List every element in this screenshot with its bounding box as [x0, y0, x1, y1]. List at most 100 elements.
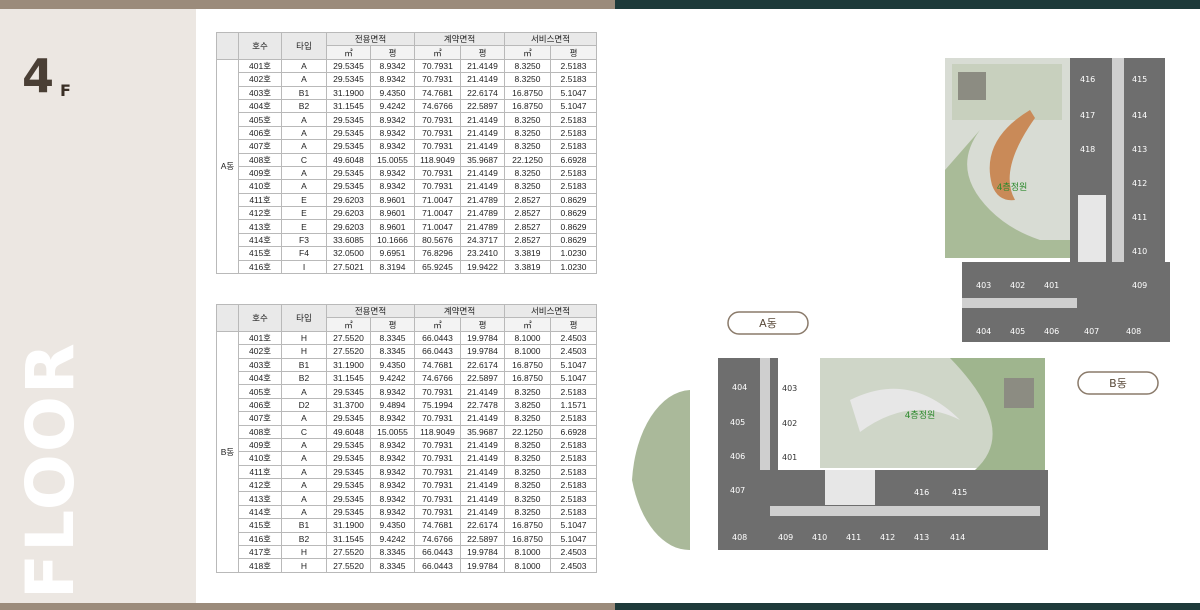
sqm-header: ㎡: [326, 317, 371, 332]
table-cell: 408호: [238, 424, 282, 439]
table-cell: 1.0230: [549, 246, 598, 261]
b-unit-label: 411: [1132, 213, 1147, 222]
table-cell: 74.6766: [414, 531, 461, 547]
table-cell: 2.8527: [504, 206, 551, 221]
top-accent-bar: [0, 0, 615, 9]
table-cell: 31.1545: [326, 370, 371, 386]
table-cell: 416호: [238, 531, 282, 547]
table-cell: 70.7931: [414, 58, 461, 74]
bottom-accent-bar-dark: [615, 603, 1200, 610]
b-unit-label: 402: [1010, 281, 1025, 290]
table-cell: 66.0443: [414, 330, 461, 346]
building-a-label: A동: [759, 317, 777, 330]
table-cell: 407호: [238, 139, 282, 154]
table-cell: 70.7931: [414, 437, 461, 453]
a-unit-label: 413: [914, 533, 929, 542]
table-cell: 27.5520: [326, 330, 371, 346]
top-accent-bar-dark: [615, 0, 1200, 9]
table-cell: 2.5183: [549, 165, 598, 181]
table-cell: 8.9601: [370, 219, 415, 234]
bottom-accent-bar: [0, 603, 615, 610]
table-cell: 8.9342: [370, 411, 415, 426]
pyeong-header: 평: [460, 45, 505, 60]
table-cell: 409호: [238, 165, 282, 181]
table-cell: 29.5345: [326, 384, 371, 399]
table-cell: 8.3250: [504, 139, 551, 154]
lawn-area-shade: [632, 390, 690, 551]
service-area-header: 서비스면적: [503, 303, 598, 319]
a-unit-label: 401: [782, 453, 797, 462]
table-cell: 2.4503: [549, 344, 598, 359]
sqm-header: ㎡: [414, 45, 461, 60]
table-cell: 31.1900: [326, 85, 371, 100]
table-cell: 66.0443: [414, 344, 461, 359]
table-cell: 2.5183: [549, 125, 598, 141]
table-cell: 29.6203: [326, 206, 371, 221]
table-cell: 29.6203: [326, 219, 371, 234]
table-cell: 22.5897: [460, 531, 505, 547]
table-cell: 29.5345: [326, 504, 371, 520]
table-cell: 406호: [238, 397, 282, 413]
table-cell: 8.3345: [370, 558, 415, 573]
table-cell: 21.4149: [460, 411, 505, 426]
table-row: 414호 A 29.5345 8.9342 70.7931 21.4149 8.3250 2.…: [217, 504, 598, 520]
table-cell: E: [281, 192, 327, 208]
b-unit-label: 418: [1080, 145, 1095, 154]
table-cell: 0.8629: [549, 232, 598, 248]
type-col-header: 타입: [281, 304, 327, 332]
table-cell: 22.5897: [460, 370, 505, 386]
table-row: 402호 A 29.5345 8.9342 70.7931 21.4149 8.3250 2.…: [217, 72, 598, 87]
table-cell: 32.0500: [326, 246, 371, 261]
table-cell: 21.4149: [460, 451, 505, 466]
type-col-header: 타입: [281, 32, 327, 60]
table-row: 409호 A 29.5345 8.9342 70.7931 21.4149 8.3250 2.…: [217, 165, 598, 181]
table-row: 415호 F4 32.0500 9.6951 76.8296 23.2410 3.3819 1…: [217, 246, 598, 261]
table-row: 402호 H 27.5520 8.3345 66.0443 19.9784 8.1000 2.…: [217, 344, 598, 359]
table-cell: 66.0443: [414, 558, 461, 573]
table-cell: 29.5345: [326, 165, 371, 181]
table-cell: 8.1000: [504, 344, 551, 359]
table-cell: 401호: [238, 330, 282, 346]
table-cell: 415호: [238, 246, 282, 261]
b-unit-label: 401: [1044, 281, 1059, 290]
table-cell: 411호: [238, 192, 282, 208]
a-unit-label: 415: [952, 488, 967, 497]
table-cell: 29.5345: [326, 437, 371, 453]
table-cell: 3.3819: [504, 259, 551, 275]
table-cell: 27.5520: [326, 558, 371, 573]
table-cell: 8.3250: [504, 437, 551, 453]
b-unit-label: 414: [1132, 111, 1147, 120]
table-row: 412호 A 29.5345 8.9342 70.7931 21.4149 8.3250 2.…: [217, 478, 598, 493]
table-row: 405호 A 29.5345 8.9342 70.7931 21.4149 8.3250 2.…: [217, 384, 598, 399]
a-unit-label: 414: [950, 533, 965, 542]
table-cell: 2.8527: [504, 219, 551, 234]
table-cell: 16.8750: [504, 370, 551, 386]
table-cell: 21.4149: [460, 437, 505, 453]
table-cell: 5.1047: [549, 85, 598, 100]
table-cell: 0.8629: [549, 192, 598, 208]
table-cell: B1: [281, 357, 327, 372]
table-cell: 8.3250: [504, 58, 551, 74]
table-cell: H: [281, 545, 327, 560]
table-cell: 27.5021: [326, 259, 371, 275]
table-cell: 8.3250: [504, 411, 551, 426]
table-cell: 71.0047: [414, 192, 461, 208]
table-cell: 70.7931: [414, 165, 461, 181]
table-cell: A: [281, 504, 327, 520]
table-cell: 405호: [238, 112, 282, 127]
table-cell: 31.1545: [326, 98, 371, 114]
table-cell: 418호: [238, 558, 282, 573]
table-cell: 2.5183: [549, 478, 598, 493]
table-cell: 33.6085: [326, 232, 371, 248]
table-cell: 413호: [238, 491, 282, 506]
table-cell: 21.4149: [460, 179, 505, 194]
b-unit-label: 405: [1010, 327, 1025, 336]
building-a-rows: A동 401호 A 29.5345 8.9342 70.7931 21.4149 8.3250…: [216, 58, 598, 275]
a-unit-label: 402: [782, 419, 797, 428]
table-cell: 8.3250: [504, 451, 551, 466]
table-cell: 22.5897: [460, 98, 505, 114]
table-cell: 2.8527: [504, 232, 551, 248]
sqm-header: ㎡: [414, 317, 461, 332]
a-unit-label: 403: [782, 384, 797, 393]
pyeong-header: 평: [370, 317, 415, 332]
